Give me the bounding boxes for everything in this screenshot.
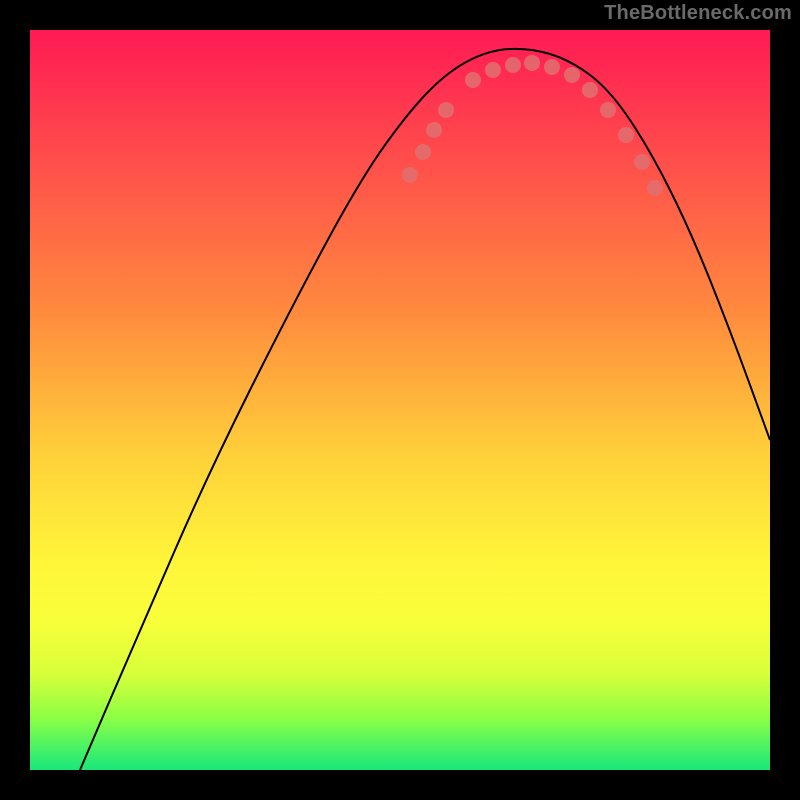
outer-frame: TheBottleneck.com xyxy=(0,0,800,800)
watermark-label: TheBottleneck.com xyxy=(604,2,792,25)
data-marker xyxy=(465,72,481,88)
data-marker xyxy=(402,167,418,183)
chart-overlay xyxy=(30,30,770,770)
plot-area xyxy=(30,30,770,770)
data-marker xyxy=(485,62,501,78)
data-marker xyxy=(564,67,580,83)
data-marker xyxy=(438,102,454,118)
data-marker xyxy=(618,127,634,143)
data-marker xyxy=(415,144,431,160)
data-marker xyxy=(524,55,540,71)
data-marker xyxy=(544,59,560,75)
data-marker xyxy=(647,180,663,196)
data-markers xyxy=(402,55,663,196)
data-marker xyxy=(426,122,442,138)
data-marker xyxy=(505,57,521,73)
data-marker xyxy=(582,82,598,98)
data-marker xyxy=(600,102,616,118)
data-marker xyxy=(634,154,650,170)
